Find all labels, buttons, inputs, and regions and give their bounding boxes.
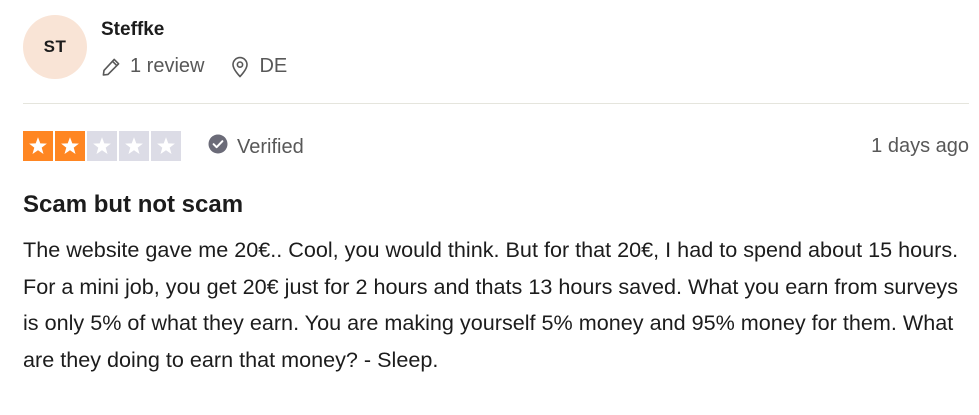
review-body: The website gave me 20€.. Cool, you woul… [23,237,959,372]
star-filled-icon [23,131,53,161]
review-title[interactable]: Scam but not scam [23,191,243,219]
star-filled-icon [55,131,85,161]
avatar-initials: ST [43,37,67,56]
divider [23,103,969,104]
review-count: 1 review [101,55,204,78]
location-pin-icon [230,56,250,78]
checkmark-circle-icon [208,134,228,160]
star-empty-icon [87,131,117,161]
star-empty-icon [119,131,149,161]
star-rating [23,131,183,161]
pencil-icon [101,57,121,77]
review-count-text: 1 review [130,55,205,77]
reviewer-name[interactable]: Steffke [101,19,164,41]
reviewer-meta: 1 review DE [101,55,287,78]
avatar[interactable]: ST [23,15,87,79]
verified-badge[interactable]: Verified [208,134,304,160]
star-empty-icon [151,131,181,161]
review-date: 1 days ago [871,135,969,157]
verified-label: Verified [237,135,304,158]
country-text: DE [259,55,288,77]
reviewer-location: DE [230,55,287,78]
